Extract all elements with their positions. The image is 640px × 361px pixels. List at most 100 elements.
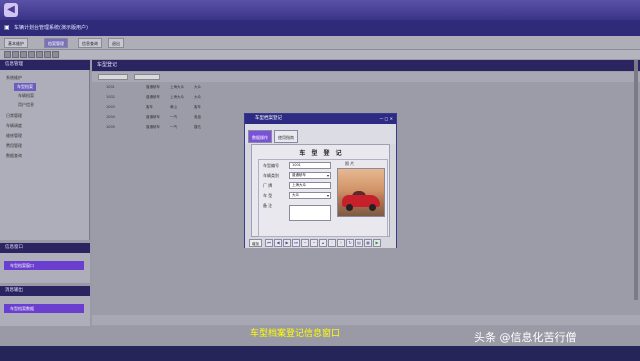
- app-title: 车辆计划台管理系统(演示版用户): [14, 25, 88, 31]
- watermark: 头条 @信息化苦行僧: [474, 331, 577, 344]
- model-no-input[interactable]: 1001: [289, 162, 331, 169]
- run-icon[interactable]: ▶: [373, 239, 381, 247]
- scrollbar[interactable]: [634, 60, 638, 300]
- cell-model: 大众: [194, 85, 201, 89]
- form-title: 车 型 登 记: [299, 150, 344, 157]
- add-button[interactable]: 增加: [249, 239, 262, 247]
- grid-filter-select[interactable]: [98, 74, 128, 80]
- status-bar: [92, 315, 640, 325]
- menu-records[interactable]: 档案管理: [44, 38, 68, 48]
- tool-icon[interactable]: [36, 51, 43, 58]
- edit-icon[interactable]: ▴: [319, 239, 327, 247]
- cell-no: 1003: [106, 105, 115, 109]
- tree-item-repair[interactable]: 维修管理: [6, 132, 22, 140]
- field-label: 车型编号: [263, 163, 279, 168]
- cell-model: 奥迪: [194, 115, 201, 119]
- table-row[interactable]: 1001 普通轿车 上海大众 大众: [92, 83, 640, 92]
- tool-icon[interactable]: [20, 51, 27, 58]
- panel-item[interactable]: 车型档案数据: [4, 304, 84, 313]
- cell-model: 客车: [194, 105, 201, 109]
- cell-model: 大众: [194, 95, 201, 99]
- prev-record-icon[interactable]: ◀: [274, 239, 282, 247]
- menu-exit[interactable]: 退出: [108, 38, 124, 48]
- photo-label: 照 片: [345, 161, 355, 166]
- cell-factory: 上海大众: [170, 85, 184, 89]
- cell-factory: 上海大众: [170, 95, 184, 99]
- tool-icon[interactable]: [44, 51, 51, 58]
- cell-no: 1004: [106, 115, 115, 119]
- cancel-icon[interactable]: ✕: [337, 239, 345, 247]
- car-photo: [337, 168, 385, 217]
- tree-item-query[interactable]: 数据查询: [6, 152, 22, 160]
- dialog-tabs: 数据操作 使用指南: [245, 124, 396, 144]
- field-label: 车辆类别: [263, 173, 279, 178]
- message-panel: 消息输出 车型档案数据: [0, 286, 90, 326]
- tab-guide[interactable]: 使用指南: [274, 130, 298, 143]
- minus-icon[interactable]: −: [301, 239, 309, 247]
- table-row[interactable]: 1002 普通轿车 上海大众 大众: [92, 93, 640, 102]
- tree-item-expense[interactable]: 费用管理: [6, 142, 22, 150]
- vehicle-type-select[interactable]: 普通轿车: [289, 172, 331, 179]
- cell-type: 普通轿车: [146, 115, 160, 119]
- panel-title: 信息窗口: [0, 243, 90, 253]
- brand-input[interactable]: 上海大众: [289, 182, 331, 189]
- field-label: 厂 牌: [263, 183, 273, 188]
- tree-item-model-records[interactable]: 车型档案: [14, 83, 36, 91]
- main-header: 车型登记: [92, 60, 640, 71]
- tree-item-vehicle-records[interactable]: 车辆档案: [18, 92, 34, 100]
- panel-item[interactable]: 车型档案窗口: [4, 261, 84, 270]
- panel-title: 消息输出: [0, 286, 90, 296]
- dialog-nav-bar: 增加 ⏮ ◀ ▶ ⏭ − − ▴ ✓ ✕ ↻ ▤ ▦ ▶: [245, 238, 396, 248]
- cell-factory: 一汽: [170, 115, 177, 119]
- table-row[interactable]: 1003 客车 黄山 客车: [92, 103, 640, 112]
- info-window-panel: 信息窗口 车型档案窗口: [0, 243, 90, 283]
- dialog-title-bar: 车型档案登记 — □ ✕: [245, 114, 396, 124]
- model-select[interactable]: 大众: [289, 192, 331, 199]
- confirm-icon[interactable]: ✓: [328, 239, 336, 247]
- export-icon[interactable]: ▦: [364, 239, 372, 247]
- cell-type: 普通轿车: [146, 125, 160, 129]
- tree-item-users[interactable]: 用户信息: [18, 101, 34, 109]
- tool-icon[interactable]: [28, 51, 35, 58]
- wheel-shape: [346, 204, 353, 211]
- tree-item-daily[interactable]: 日常管理: [6, 112, 22, 120]
- cell-no: 1002: [106, 95, 115, 99]
- cell-type: 客车: [146, 105, 153, 109]
- menu-bar: 基本维护 档案管理 信息查询 退出: [0, 36, 640, 50]
- dialog-window: 车型档案登记 — □ ✕ 数据操作 使用指南 车 型 登 记 车型编号 1001…: [244, 113, 397, 248]
- field-label: 车 型: [263, 193, 273, 198]
- window-controls-icon[interactable]: — □ ✕: [379, 114, 393, 124]
- app-icon: ▣: [4, 24, 10, 31]
- cell-model: 捷达: [194, 125, 201, 129]
- dialog-title: 车型档案登记: [255, 116, 282, 121]
- sidebar-title: 信息管理: [0, 60, 90, 70]
- menu-query[interactable]: 信息查询: [78, 38, 102, 48]
- tool-icon[interactable]: [52, 51, 59, 58]
- tool-icon[interactable]: [4, 51, 11, 58]
- field-label: 备 注: [263, 203, 273, 208]
- tool-icon[interactable]: [12, 51, 19, 58]
- cell-no: 1001: [106, 85, 115, 89]
- sidebar: 信息管理 系统维护 车型档案 车辆档案 用户信息 日常管理 车辆调度 维修管理 …: [0, 60, 90, 240]
- menu-basic[interactable]: 基本维护: [4, 38, 28, 48]
- cell-no: 1005: [106, 125, 115, 129]
- refresh-icon[interactable]: ↻: [346, 239, 354, 247]
- tree-item-system[interactable]: 系统维护: [6, 74, 22, 82]
- tree-item-dispatch[interactable]: 车辆调度: [6, 122, 22, 130]
- first-record-icon[interactable]: ⏮: [265, 239, 273, 247]
- cell-factory: 黄山: [170, 105, 177, 109]
- print-icon[interactable]: ▤: [355, 239, 363, 247]
- cell-type: 普通轿车: [146, 95, 160, 99]
- app-title-bar: ▣ 车辆计划台管理系统(演示版用户): [0, 20, 640, 36]
- tab-data-ops[interactable]: 数据操作: [248, 130, 272, 143]
- grid-toolbar: [92, 72, 640, 82]
- wheel-shape: [369, 204, 376, 211]
- cell-type: 普通轿车: [146, 85, 160, 89]
- video-caption: 车型档案登记信息窗口: [250, 329, 341, 339]
- grid-filter-select[interactable]: [134, 74, 160, 80]
- next-record-icon[interactable]: ▶: [283, 239, 291, 247]
- speaker-icon: ◀: [4, 3, 18, 17]
- last-record-icon[interactable]: ⏭: [292, 239, 300, 247]
- remarks-textarea[interactable]: [289, 205, 331, 221]
- delete-icon[interactable]: −: [310, 239, 318, 247]
